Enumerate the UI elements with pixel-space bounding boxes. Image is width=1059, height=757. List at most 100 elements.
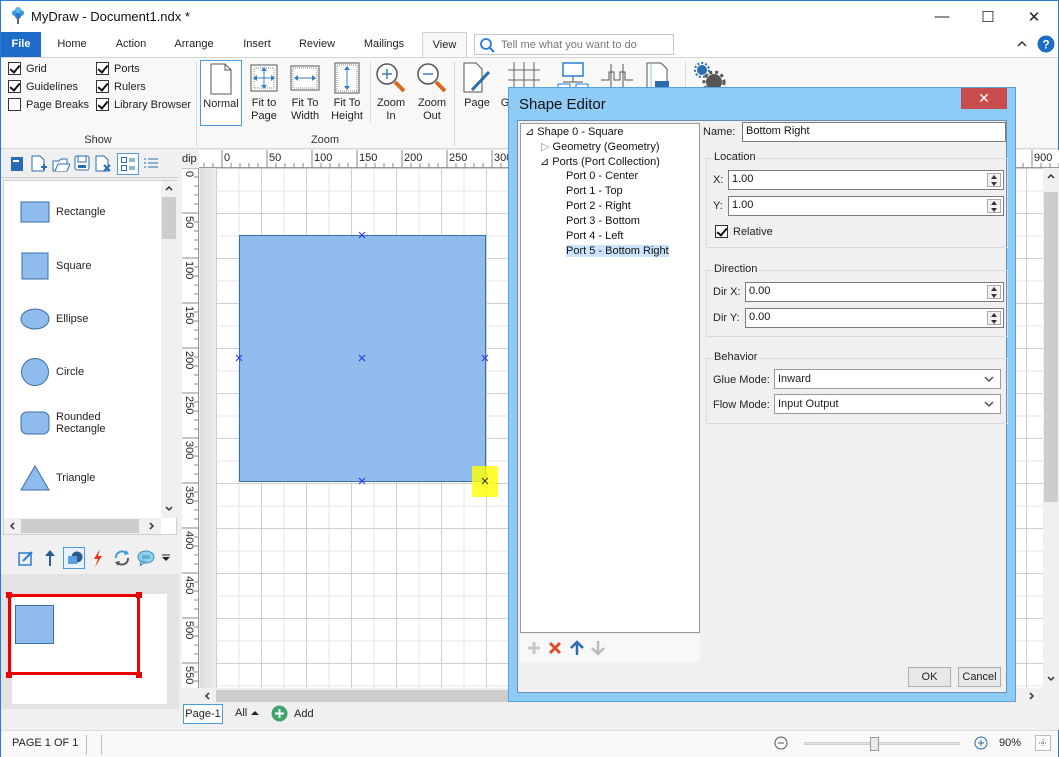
zoom-out-small-icon[interactable] xyxy=(774,736,788,750)
checkbox-box[interactable] xyxy=(8,62,21,75)
more-tools-icon[interactable] xyxy=(162,554,170,562)
library-shape-square[interactable]: Square xyxy=(20,251,91,281)
tree-node-port-0[interactable]: Port 0 - Center xyxy=(566,170,638,182)
dir-x-input[interactable]: 0.00 xyxy=(745,282,1004,302)
tab-insert[interactable]: Insert xyxy=(235,32,279,57)
tree-node-shape[interactable]: ⊿ Shape 0 - Square xyxy=(525,125,624,138)
lightning-tool-icon[interactable] xyxy=(92,549,104,567)
guidelines-checkbox[interactable]: Guidelines xyxy=(8,80,78,93)
scroll-left-icon[interactable] xyxy=(9,522,15,530)
checkbox-box[interactable] xyxy=(96,98,109,111)
scroll-up-icon[interactable] xyxy=(1047,173,1055,179)
page-settings-button[interactable]: Page xyxy=(459,60,495,126)
library-horizontal-scrollbar[interactable] xyxy=(4,518,161,534)
all-pages-dropdown[interactable]: All xyxy=(235,707,260,719)
zoom-slider[interactable] xyxy=(804,737,960,753)
dir-y-input[interactable]: 0.00 xyxy=(745,308,1004,328)
library-shape-rounded-rectangle[interactable]: Rounded Rectangle xyxy=(20,411,106,435)
delete-icon[interactable] xyxy=(548,641,562,655)
viewport-handle[interactable] xyxy=(136,672,142,678)
scroll-thumb[interactable] xyxy=(1044,192,1058,502)
move-up-icon[interactable] xyxy=(570,640,584,656)
scroll-right-icon[interactable] xyxy=(1029,692,1035,700)
zoom-slider-thumb[interactable] xyxy=(870,737,880,751)
close-button[interactable]: ✕ xyxy=(1011,1,1057,32)
tab-mailings[interactable]: Mailings xyxy=(357,32,411,57)
scroll-right-icon[interactable] xyxy=(149,522,155,530)
checkbox-box[interactable] xyxy=(96,62,109,75)
list-view-icon[interactable] xyxy=(144,157,158,171)
fit-window-icon[interactable] xyxy=(1035,735,1051,751)
y-input[interactable]: 1.00 xyxy=(728,196,1004,216)
tree-collapse-icon[interactable]: ▷ xyxy=(541,141,549,153)
zoom-out-button[interactable]: Zoom Out xyxy=(413,60,451,126)
library-shape-rectangle[interactable]: Rectangle xyxy=(20,201,106,223)
checkbox-box[interactable] xyxy=(8,80,21,93)
canvas-vertical-scrollbar[interactable] xyxy=(1043,168,1059,688)
add-icon[interactable] xyxy=(527,641,541,655)
page-preview[interactable] xyxy=(1,574,179,709)
scroll-down-icon[interactable] xyxy=(165,506,173,512)
library-vertical-scrollbar[interactable] xyxy=(161,181,177,518)
glue-mode-select[interactable]: Inward xyxy=(774,369,1001,389)
close-library-icon[interactable] xyxy=(95,155,111,173)
zoom-in-small-icon[interactable] xyxy=(974,736,988,750)
tree-node-port-4[interactable]: Port 4 - Left xyxy=(566,230,623,242)
tree-node-geometry[interactable]: ▷ Geometry (Geometry) xyxy=(541,140,660,153)
tab-home[interactable]: Home xyxy=(49,32,95,57)
tell-me-search[interactable]: Tell me what you want to do xyxy=(474,34,674,55)
fit-to-width-button[interactable]: Fit To Width xyxy=(286,60,324,126)
tab-review[interactable]: Review xyxy=(293,32,341,57)
dir-x-spinner[interactable] xyxy=(987,285,1001,299)
help-icon[interactable]: ? xyxy=(1037,35,1055,53)
scroll-thumb[interactable] xyxy=(162,197,176,239)
fit-to-height-button[interactable]: Fit To Height xyxy=(327,60,367,126)
x-spinner[interactable] xyxy=(987,173,1001,187)
edit-tool-icon[interactable] xyxy=(18,550,34,566)
viewport-handle[interactable] xyxy=(136,592,142,598)
tree-expand-icon[interactable]: ⊿ xyxy=(540,156,549,168)
tree-node-port-3[interactable]: Port 3 - Bottom xyxy=(566,215,640,227)
viewport-handle[interactable] xyxy=(6,592,12,598)
y-spinner[interactable] xyxy=(987,199,1001,213)
library-shape-ellipse[interactable]: Ellipse xyxy=(20,307,88,331)
tree-node-port-1[interactable]: Port 1 - Top xyxy=(566,185,623,197)
viewport-handle[interactable] xyxy=(6,672,12,678)
name-input[interactable]: Bottom Right xyxy=(742,122,1006,142)
checkbox-box[interactable] xyxy=(96,80,109,93)
normal-view-button[interactable]: Normal xyxy=(200,60,242,126)
fit-to-page-button[interactable]: Fit to Page xyxy=(245,60,283,126)
add-page-button[interactable]: Add xyxy=(271,705,314,722)
cancel-button[interactable]: Cancel xyxy=(958,667,1001,687)
library-browser-checkbox[interactable]: Library Browser xyxy=(96,98,191,111)
relative-checkbox[interactable]: Relative xyxy=(715,225,773,238)
dialog-close-button[interactable]: ✕ xyxy=(961,88,1007,109)
tab-file[interactable]: File xyxy=(1,32,41,57)
open-library-icon[interactable] xyxy=(52,155,70,173)
library-shape-circle[interactable]: Circle xyxy=(20,357,84,387)
new-library-icon[interactable] xyxy=(31,155,47,173)
dir-y-spinner[interactable] xyxy=(987,311,1001,325)
scroll-up-icon[interactable] xyxy=(165,185,173,191)
tree-expand-icon[interactable]: ⊿ xyxy=(525,126,534,138)
zoom-in-button[interactable]: Zoom In xyxy=(373,60,409,126)
ok-button[interactable]: OK xyxy=(908,667,951,687)
maximize-button[interactable]: ☐ xyxy=(965,1,1011,32)
shape-tool-button[interactable] xyxy=(63,547,85,569)
tab-view[interactable]: View xyxy=(422,32,467,58)
minimize-button[interactable]: — xyxy=(919,1,965,32)
square-shape[interactable] xyxy=(239,235,486,482)
tab-action[interactable]: Action xyxy=(109,32,153,57)
library-book-icon[interactable] xyxy=(10,156,24,172)
grid-checkbox[interactable]: Grid xyxy=(8,62,47,75)
save-library-icon[interactable] xyxy=(74,155,90,171)
refresh-tool-icon[interactable] xyxy=(113,549,131,567)
tree-node-port-5[interactable]: Port 5 - Bottom Right xyxy=(566,245,669,257)
tree-node-ports[interactable]: ⊿ Ports (Port Collection) xyxy=(540,155,660,168)
page-tab-page-1[interactable]: Page-1 xyxy=(183,704,223,724)
scroll-thumb[interactable] xyxy=(21,519,139,533)
move-down-icon[interactable] xyxy=(591,640,605,656)
connector-tool-icon[interactable] xyxy=(43,549,57,567)
ports-checkbox[interactable]: Ports xyxy=(96,62,140,75)
x-input[interactable]: 1.00 xyxy=(728,170,1004,190)
